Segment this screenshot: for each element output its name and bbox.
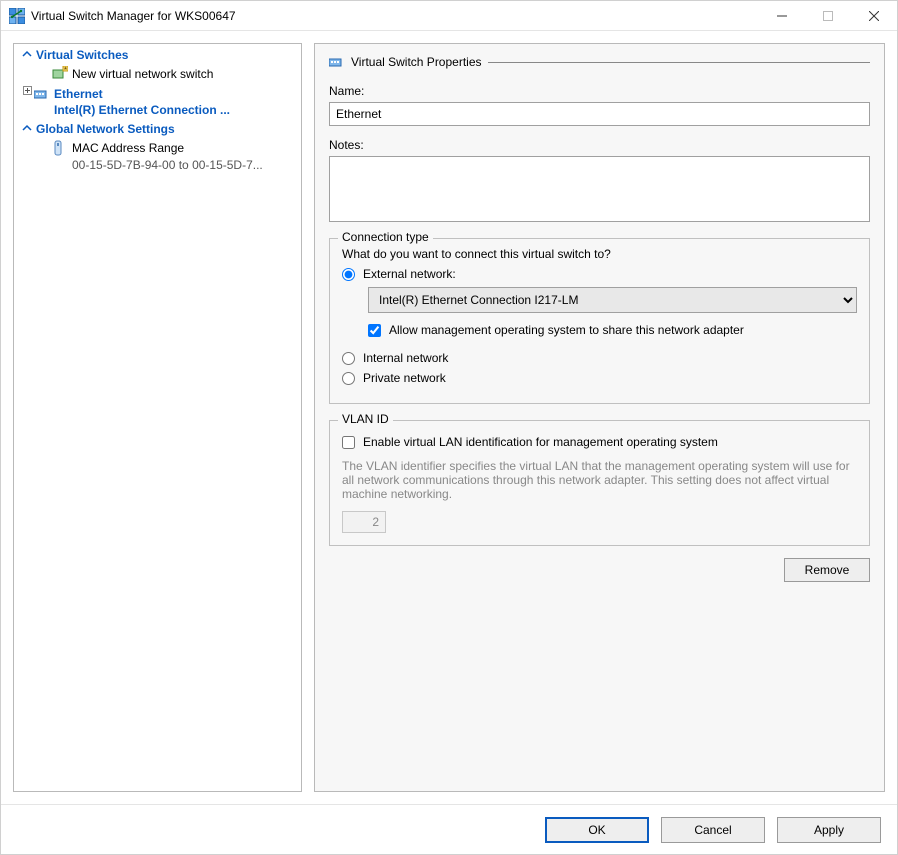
notes-textarea[interactable] — [329, 156, 870, 222]
vlan-group: VLAN ID Enable virtual LAN identificatio… — [329, 420, 870, 546]
enable-vlan-checkbox[interactable] — [342, 436, 355, 449]
svg-text:★: ★ — [63, 66, 68, 72]
window-title: Virtual Switch Manager for WKS00647 — [31, 9, 759, 23]
switch-icon — [34, 86, 50, 102]
mac-range-icon — [52, 140, 68, 156]
expand-icon[interactable] — [20, 86, 34, 98]
tree-group-virtual-switches[interactable]: Virtual Switches — [14, 46, 301, 64]
radio-private-input[interactable] — [342, 372, 355, 385]
radio-external[interactable]: External network: — [342, 267, 857, 281]
group-title: VLAN ID — [338, 412, 393, 426]
collapse-icon — [20, 49, 34, 62]
radio-external-label: External network: — [363, 267, 456, 281]
notes-label: Notes: — [329, 138, 870, 152]
titlebar: Virtual Switch Manager for WKS00647 — [1, 1, 897, 31]
enable-vlan-label: Enable virtual LAN identification for ma… — [363, 435, 718, 449]
maximize-button[interactable] — [805, 1, 851, 31]
connection-prompt: What do you want to connect this virtual… — [342, 247, 857, 261]
tree-item-ethernet[interactable]: Ethernet Intel(R) Ethernet Connection ..… — [14, 84, 301, 120]
allow-mgmt-os[interactable]: Allow management operating system to sha… — [368, 323, 857, 337]
radio-private-label: Private network — [363, 371, 446, 385]
tree-group-label: Global Network Settings — [36, 122, 175, 136]
name-label: Name: — [329, 84, 870, 98]
cancel-button[interactable]: Cancel — [661, 817, 765, 843]
allow-mgmt-checkbox[interactable] — [368, 324, 381, 337]
divider — [488, 62, 871, 63]
external-options: Intel(R) Ethernet Connection I217-LM All… — [368, 287, 857, 337]
group-title: Connection type — [338, 230, 433, 244]
tree-group-global-settings[interactable]: Global Network Settings — [14, 120, 301, 138]
properties-header: Virtual Switch Properties — [329, 54, 870, 70]
adapter-select[interactable]: Intel(R) Ethernet Connection I217-LM — [368, 287, 857, 313]
properties-title: Virtual Switch Properties — [351, 55, 482, 69]
radio-internal-input[interactable] — [342, 352, 355, 365]
new-switch-icon: ★ — [52, 66, 68, 82]
tree-item-label: MAC Address Range — [72, 140, 184, 156]
radio-internal-label: Internal network — [363, 351, 448, 365]
collapse-icon — [20, 123, 34, 136]
close-button[interactable] — [851, 1, 897, 31]
radio-external-input[interactable] — [342, 268, 355, 281]
switch-icon — [329, 54, 345, 70]
name-input[interactable] — [329, 102, 870, 126]
tree-item-mac-range-detail: 00-15-5D-7B-94-00 to 00-15-5D-7... — [14, 158, 301, 172]
properties-pane: Virtual Switch Properties Name: Notes: C… — [314, 43, 885, 792]
vlan-id-input — [342, 511, 386, 533]
vlan-help-text: The VLAN identifier specifies the virtua… — [342, 459, 857, 501]
app-icon — [9, 8, 25, 24]
ok-button[interactable]: OK — [545, 817, 649, 843]
tree-item-label: Ethernet Intel(R) Ethernet Connection ..… — [54, 86, 230, 118]
dialog-footer: OK Cancel Apply — [1, 804, 897, 854]
tree-item-new-switch[interactable]: ★ New virtual network switch — [14, 64, 301, 84]
minimize-button[interactable] — [759, 1, 805, 31]
enable-vlan[interactable]: Enable virtual LAN identification for ma… — [342, 435, 857, 449]
radio-private[interactable]: Private network — [342, 371, 857, 385]
remove-button[interactable]: Remove — [784, 558, 870, 582]
tree-item-mac-range[interactable]: MAC Address Range — [14, 138, 301, 158]
connection-type-group: Connection type What do you want to conn… — [329, 238, 870, 404]
radio-internal[interactable]: Internal network — [342, 351, 857, 365]
tree-item-label: New virtual network switch — [72, 66, 213, 82]
tree-group-label: Virtual Switches — [36, 48, 128, 62]
allow-mgmt-label: Allow management operating system to sha… — [389, 323, 744, 337]
apply-button[interactable]: Apply — [777, 817, 881, 843]
navigation-tree[interactable]: Virtual Switches ★ New virtual network s… — [13, 43, 302, 792]
